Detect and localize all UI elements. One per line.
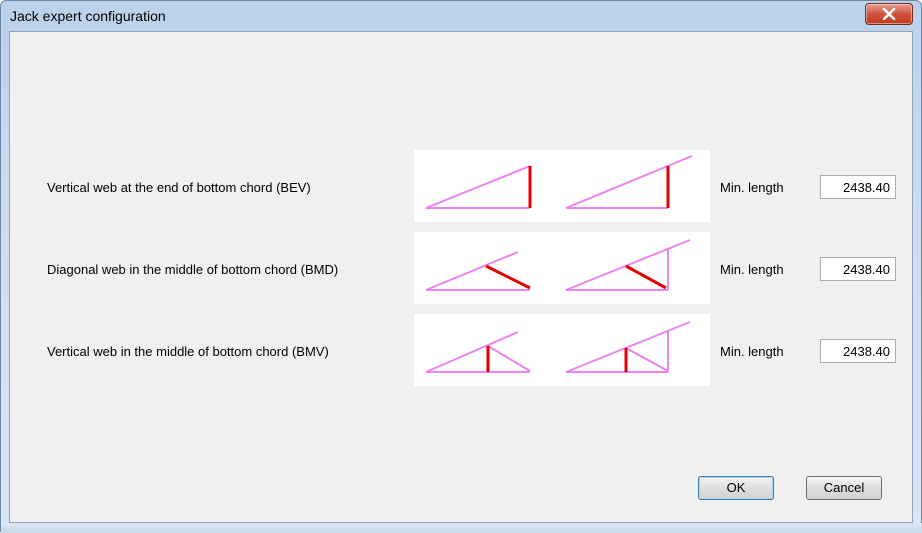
bev-diagram-right bbox=[565, 155, 693, 209]
bmd-diagram-left bbox=[425, 251, 531, 291]
close-icon bbox=[882, 8, 896, 20]
cancel-button[interactable]: Cancel bbox=[806, 476, 882, 500]
bmd-label: Diagonal web in the middle of bottom cho… bbox=[47, 262, 339, 277]
dialog-content: Vertical web at the end of bottom chord … bbox=[9, 31, 913, 523]
bmv-min-length-label: Min. length bbox=[720, 344, 784, 359]
bmv-diagram-left bbox=[425, 331, 531, 373]
title-bar[interactable]: Jack expert configuration bbox=[1, 1, 921, 31]
bmv-min-length-input[interactable]: 2438.40 bbox=[820, 339, 896, 363]
close-button[interactable] bbox=[865, 3, 913, 25]
bev-preview bbox=[414, 150, 710, 222]
bmd-min-length-label: Min. length bbox=[720, 262, 784, 277]
bev-diagram-left bbox=[425, 165, 532, 209]
bmv-label: Vertical web in the middle of bottom cho… bbox=[47, 344, 329, 359]
bmv-diagram bbox=[425, 321, 691, 373]
bev-diagram bbox=[425, 155, 693, 209]
window-title: Jack expert configuration bbox=[10, 8, 166, 24]
bmv-preview bbox=[414, 314, 710, 386]
ok-button[interactable]: OK bbox=[698, 476, 774, 500]
bmd-diagram-right bbox=[565, 239, 691, 291]
bev-label: Vertical web at the end of bottom chord … bbox=[47, 180, 311, 195]
bmd-diagram bbox=[425, 239, 691, 291]
bev-min-length-input[interactable]: 2438.40 bbox=[820, 175, 896, 199]
bmd-min-length-input[interactable]: 2438.40 bbox=[820, 257, 896, 281]
bmv-diagram-right bbox=[565, 321, 691, 373]
bmd-preview bbox=[414, 232, 710, 304]
bev-min-length-label: Min. length bbox=[720, 180, 784, 195]
dialog-window: Jack expert configuration Vertical web a… bbox=[0, 0, 922, 533]
